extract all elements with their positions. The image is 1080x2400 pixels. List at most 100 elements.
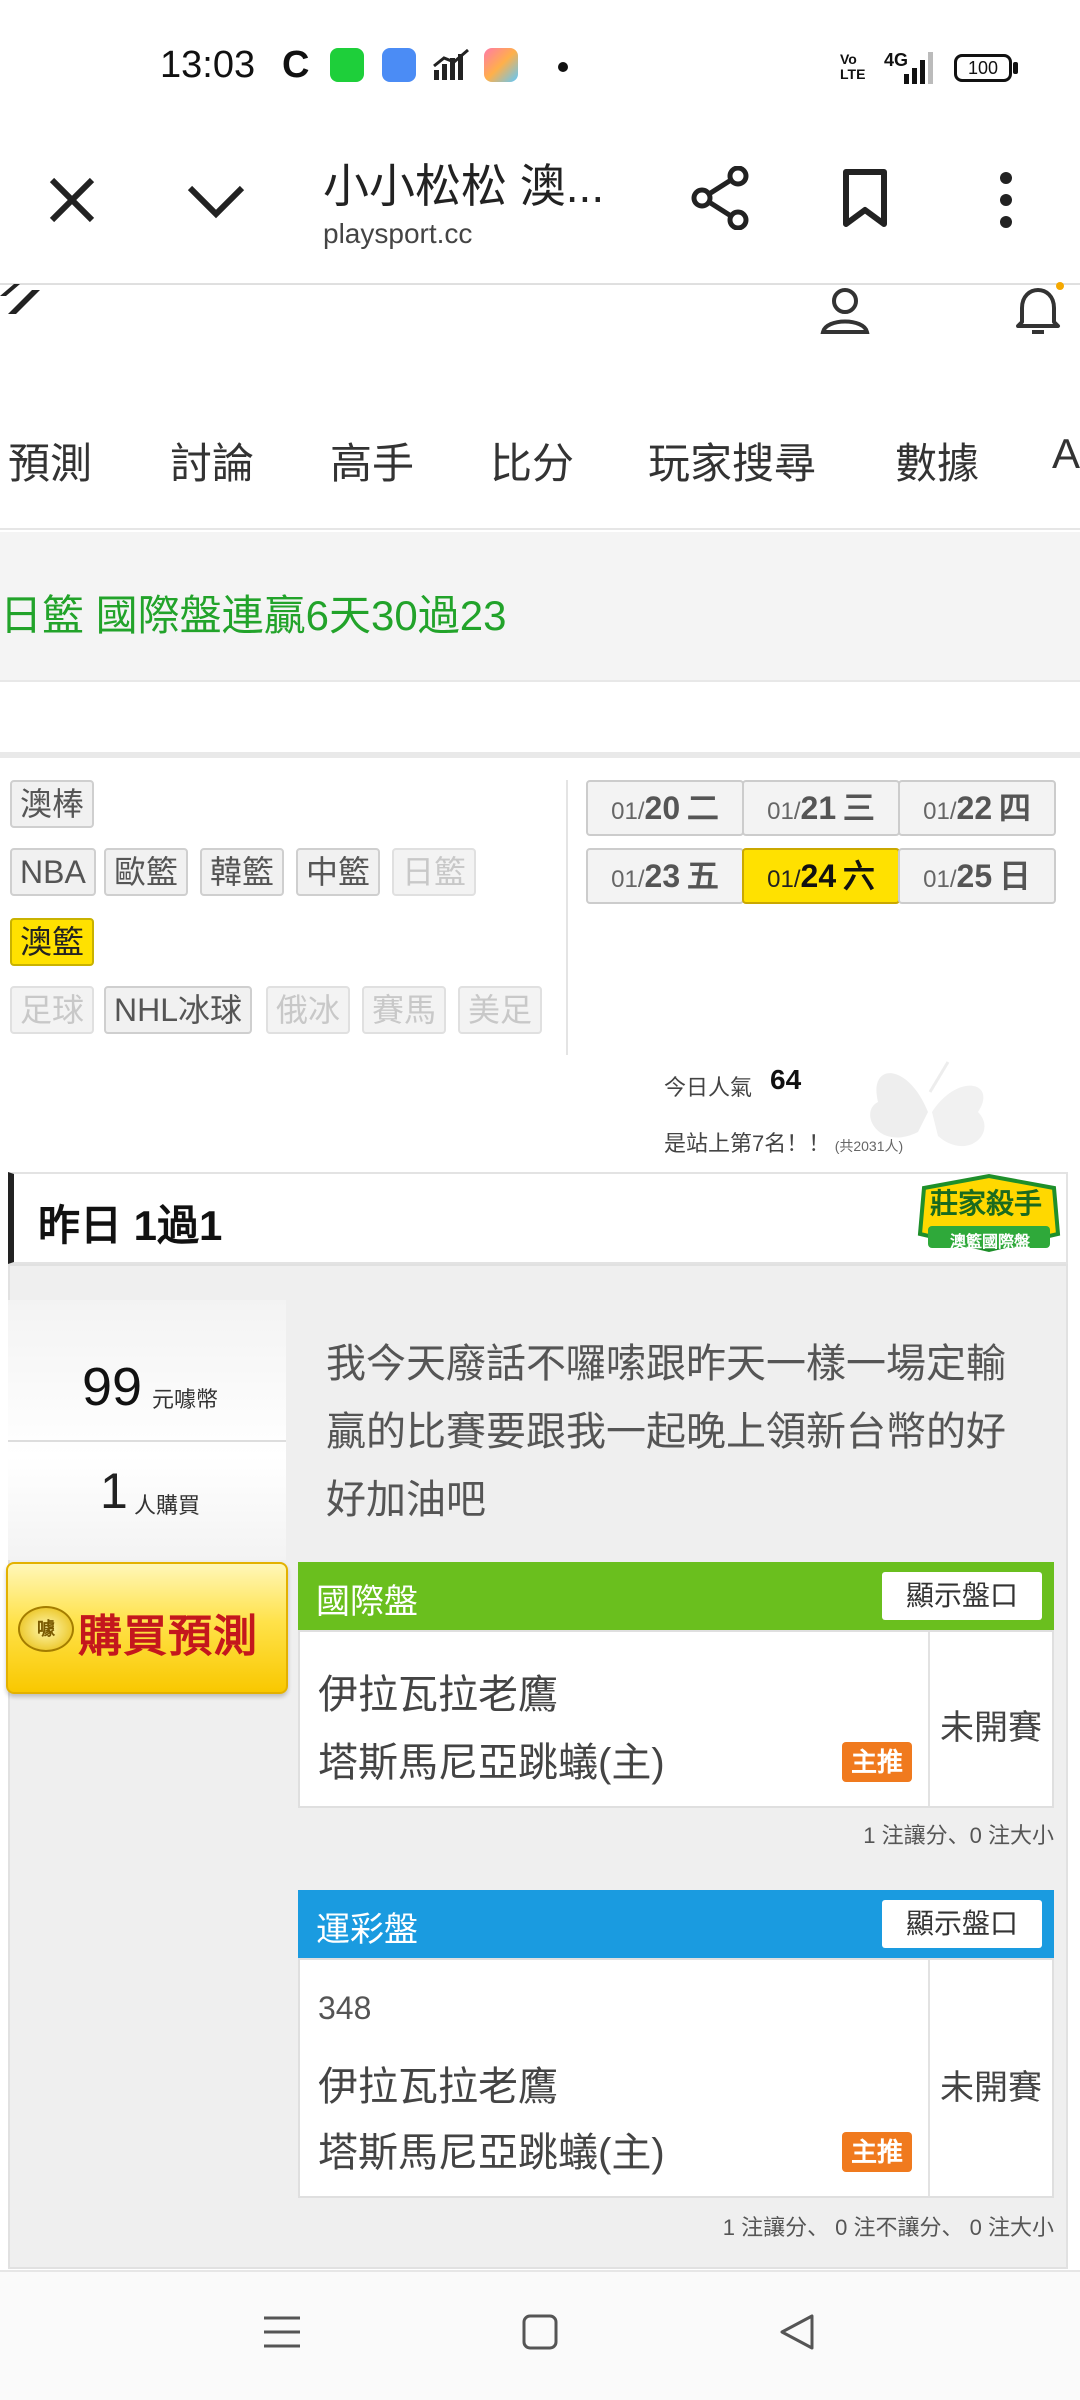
date-weekday: 日 [998,858,1031,894]
show-odds-button[interactable]: 顯示盤口 [882,1900,1042,1948]
league-tag-horse-racing: 賽馬 [362,986,447,1034]
nav-item-experts[interactable]: 高手 [330,430,414,491]
market-cell-divider [928,1632,930,1806]
nav-item-more[interactable]: A [1052,430,1080,478]
league-tag-japan-basketball: 日籃 [392,848,477,896]
nav-item-discuss[interactable]: 討論 [170,430,254,491]
date-month: 01/ [611,798,645,825]
section-title: 昨日 1過1 [38,1202,223,1249]
bell-icon[interactable] [1012,282,1064,343]
date-weekday: 六 [842,858,875,894]
c-app-icon: C [282,44,310,86]
battery-tip-icon [1013,62,1018,74]
main-pick-tag: 主推 [842,2132,912,2172]
league-tag-china-basketball[interactable]: 中籃 [296,848,381,896]
show-odds-label: 顯示盤口 [905,1580,1018,1611]
show-odds-button[interactable]: 顯示盤口 [882,1572,1042,1620]
league-tag-korea-basketball[interactable]: 韓籃 [200,848,285,896]
away-team: 伊拉瓦拉老鷹 [318,2065,558,2109]
nav-item-predict[interactable]: 預測 [8,430,92,491]
battery-level: 100 [967,58,999,78]
green-app-icon [330,48,364,82]
date-day: 25 [956,858,993,894]
date-0122[interactable]: 01/22 四 [898,780,1056,836]
league-tag-nhl[interactable]: NHL冰球 [104,986,253,1034]
badge-title: 莊家殺手 [930,1188,1043,1219]
share-icon[interactable] [690,165,752,235]
date-weekday: 四 [998,790,1031,826]
popularity-rank: 是站上第7名！！ [664,1131,831,1156]
date-0124[interactable]: 01/24 六 [742,848,900,904]
nav-item-data[interactable]: 數據 [895,430,979,491]
game-status: 未開賽 [940,2069,1042,2107]
date-0125[interactable]: 01/25 日 [898,848,1056,904]
league-tag-aus-basketball[interactable]: 澳籃 [10,918,95,966]
game-app-icon [484,48,518,82]
market-title: 運彩盤 [316,1911,418,1949]
section-divider [0,752,1080,758]
popularity-value: 64 [770,1064,802,1095]
date-month: 01/ [767,798,801,825]
nav-item-player-search[interactable]: 玩家搜尋 [648,430,816,491]
badge-subtitle: 澳籃國際盤 [950,1234,1031,1251]
date-month: 01/ [767,866,801,893]
price-unit: 元噱幣 [152,1387,219,1412]
date-0120[interactable]: 01/20 二 [586,780,744,836]
signal-icon [904,52,934,89]
bookmark-icon[interactable] [842,168,888,233]
market-cell-divider [928,1960,930,2196]
record-banner-text[interactable]: 日籃 國際盤連贏6天30過23 [0,582,506,643]
volte-icon: Vo LTE [840,51,866,82]
chevron-down-icon[interactable] [184,178,248,227]
league-tag-russia-hockey: 俄冰 [266,986,351,1034]
away-team: 伊拉瓦拉老鷹 [318,1673,558,1717]
nav-item-scores[interactable]: 比分 [490,430,574,491]
date-month: 01/ [923,866,957,893]
tags-dates-divider [566,780,568,1055]
home-icon[interactable] [520,2312,560,2357]
date-0123[interactable]: 01/23 五 [586,848,744,904]
close-icon[interactable] [44,172,100,233]
date-0121[interactable]: 01/21 三 [742,780,900,836]
date-day: 22 [956,790,993,826]
date-day: 23 [644,858,681,894]
tab-title[interactable]: 小小松松 澳... [323,150,604,216]
coin-icon: 噱 [18,1606,74,1652]
date-weekday: 二 [686,790,719,826]
buy-prediction-label[interactable]: 購買預測 [78,1600,258,1664]
show-odds-label: 顯示盤口 [905,1908,1018,1939]
league-tag-nba[interactable]: NBA [10,848,96,896]
popularity-total: (共2031人) [834,1138,904,1154]
league-tag-aus-baseball[interactable]: 澳棒 [10,780,95,828]
date-day: 21 [800,790,837,826]
blue-app-icon [382,48,416,82]
date-month: 01/ [923,798,957,825]
league-tag-american-football: 美足 [458,986,543,1034]
price-separator [8,1440,286,1442]
menu-icon[interactable] [262,2312,302,2357]
butterfly-watermark-icon [848,1052,1008,1177]
game-number: 348 [318,1990,372,2026]
main-pick-tag: 主推 [842,1742,912,1782]
more-vert-icon[interactable] [996,170,1016,235]
league-tag-euro-basketball[interactable]: 歐籃 [104,848,189,896]
date-weekday: 五 [686,858,719,894]
market-title: 國際盤 [316,1583,418,1621]
popularity-label: 今日人氣 [664,1075,753,1100]
home-team: 塔斯馬尼亞跳蟻(主) [318,1741,665,1785]
pick-count-note: 1 注讓分、 0 注不讓分、 0 注大小 [722,2215,1054,2240]
url-text[interactable]: playsport.cc [323,218,472,250]
league-tag-soccer: 足球 [10,986,95,1034]
back-icon[interactable] [778,2312,818,2357]
date-month: 01/ [611,866,645,893]
date-day: 20 [644,790,681,826]
buyers-count: 1 [100,1463,128,1519]
game-status: 未開賽 [940,1709,1042,1747]
home-team: 塔斯馬尼亞跳蟻(主) [318,2131,665,2175]
user-icon[interactable] [818,286,872,341]
battery-icon: 100 [954,54,1012,82]
notification-dot-icon [558,62,568,72]
stock-chart-icon [432,48,472,87]
date-day: 24 [800,858,837,894]
logo-icon[interactable] [0,282,44,327]
